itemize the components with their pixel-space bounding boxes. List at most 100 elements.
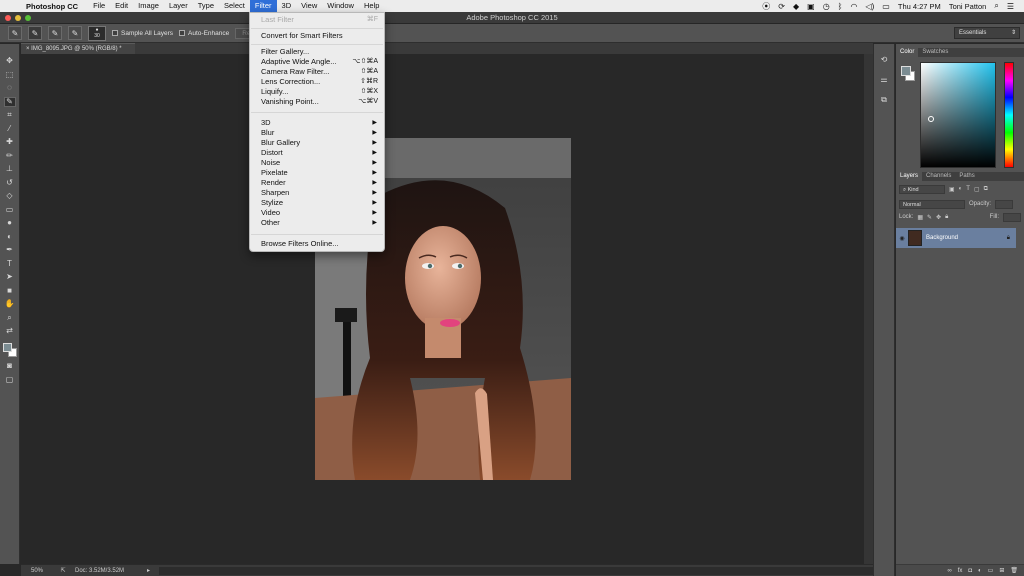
zoom-level[interactable]: 50% [21, 568, 51, 574]
menu-item-blur[interactable]: Blur ▶ [250, 128, 384, 138]
gradient-tool-icon[interactable]: ▭ [4, 205, 16, 215]
fill-field[interactable] [1003, 212, 1021, 222]
add-mask-icon[interactable]: ◘ [968, 568, 972, 574]
hue-slider[interactable] [1004, 62, 1014, 168]
filter-type-icon[interactable]: T [966, 186, 970, 192]
color-swatches[interactable] [2, 342, 18, 358]
app-menu[interactable]: Photoshop CC [26, 2, 78, 11]
status-menu-arrow-icon[interactable]: ▸ [147, 567, 159, 574]
sample-all-layers-checkbox[interactable]: Sample All Layers [112, 30, 173, 37]
menu-item-sharpen[interactable]: Sharpen ▶ [250, 188, 384, 198]
zoom-tool-icon[interactable]: ⌕ [4, 313, 16, 323]
menu-item-video[interactable]: Video ▶ [250, 208, 384, 218]
menu-window[interactable]: Window [322, 0, 359, 12]
swap-colors-icon[interactable]: ⇄ [4, 326, 16, 336]
color-picker-cursor[interactable] [928, 116, 934, 122]
document-tab[interactable]: × IMG_8095.JPG @ 50% (RGB/8) * [21, 43, 135, 54]
tab-paths[interactable]: Paths [955, 172, 978, 181]
menu-filter[interactable]: Filter [249, 0, 277, 12]
share-icon[interactable]: ⇱ [51, 567, 75, 574]
marquee-tool-icon[interactable]: ⬚ [4, 70, 16, 80]
menu-item-distort[interactable]: Distort ▶ [250, 148, 384, 158]
tab-swatches[interactable]: Swatches [918, 48, 952, 57]
battery-icon[interactable]: ▭ [882, 2, 890, 11]
menu-item-noise[interactable]: Noise ▶ [250, 158, 384, 168]
menu-item-camera-raw-filter[interactable]: Camera Raw Filter... ⇧⌘A [250, 67, 384, 77]
trash-icon[interactable]: 🗑︎ [1010, 567, 1018, 574]
menu-user[interactable]: Toni Patton [949, 2, 987, 11]
history-panel-icon[interactable]: ⟲ [877, 54, 891, 66]
tab-channels[interactable]: Channels [922, 172, 955, 181]
menu-edit[interactable]: Edit [110, 0, 133, 12]
tab-color[interactable]: Color [896, 48, 919, 57]
blend-mode-select[interactable]: Normal [899, 199, 965, 209]
history-brush-tool-icon[interactable]: ↺ [4, 178, 16, 188]
clone-stamp-tool-icon[interactable]: ⊥ [4, 164, 16, 174]
menu-layer[interactable]: Layer [164, 0, 193, 12]
screen-mode-icon[interactable]: ▢ [4, 375, 16, 385]
eyedropper-tool-icon[interactable]: ⁄ [4, 124, 16, 134]
creative-cloud-icon[interactable]: ⦿ [762, 1, 770, 12]
menu-image[interactable]: Image [133, 0, 164, 12]
menu-item-convert-smart-filters[interactable]: Convert for Smart Filters [250, 31, 384, 41]
tool-preset-picker[interactable]: ✎ [8, 26, 22, 40]
dropbox-icon[interactable]: ◆ [793, 2, 799, 11]
adjustments-panel-icon[interactable]: ⚌ [877, 74, 891, 86]
properties-panel-icon[interactable]: ⧉ [877, 94, 891, 106]
lock-position-icon[interactable]: ✥ [936, 214, 941, 221]
menu-view[interactable]: View [296, 0, 322, 12]
brush-size-picker[interactable]: ● 30 [88, 25, 106, 41]
rectangle-tool-icon[interactable]: ■ [4, 286, 16, 296]
pen-tool-icon[interactable]: ✒ [4, 245, 16, 255]
quick-selection-tool-icon[interactable]: ✎ [3, 96, 16, 107]
layer-name[interactable]: Background [926, 235, 958, 241]
color-panel-foreground-swatch[interactable] [901, 66, 911, 76]
dodge-tool-icon[interactable]: ◐ [4, 232, 16, 242]
menu-item-adaptive-wide-angle[interactable]: Adaptive Wide Angle... ⌥⇧⌘A [250, 57, 384, 67]
color-picker-field[interactable] [920, 62, 996, 168]
layer-filter-kind[interactable]: ⌕ Kind [899, 184, 945, 194]
notification-center-icon[interactable]: ☰ [1007, 2, 1014, 11]
layer-style-icon[interactable]: fx [958, 568, 963, 574]
eye-icon[interactable]: ◉ [896, 235, 908, 242]
tab-layers[interactable]: Layers [896, 172, 923, 181]
eraser-tool-icon[interactable]: ◇ [4, 191, 16, 201]
menu-item-filter-gallery[interactable]: Filter Gallery... [250, 47, 384, 57]
new-layer-icon[interactable]: ⊞ [999, 567, 1004, 574]
path-selection-tool-icon[interactable]: ➤ [4, 272, 16, 282]
vertical-scrollbar[interactable] [864, 54, 873, 564]
lock-transparent-icon[interactable]: ▦ [917, 214, 923, 221]
new-group-icon[interactable]: ▭ [988, 567, 994, 574]
auto-enhance-checkbox[interactable]: Auto-Enhance [179, 30, 229, 37]
menu-item-blur-gallery[interactable]: Blur Gallery ▶ [250, 138, 384, 148]
sync-icon[interactable]: ⟳ [778, 2, 785, 11]
menu-item-lens-correction[interactable]: Lens Correction... ⇧⌘R [250, 77, 384, 87]
workspace-switcher[interactable]: Essentials ⇕ [954, 27, 1020, 39]
lock-pixels-icon[interactable]: ✎ [927, 214, 932, 221]
time-machine-icon[interactable]: ◷ [823, 2, 830, 11]
filter-adjustment-icon[interactable]: ◐ [959, 186, 963, 192]
menu-item-3d[interactable]: 3D ▶ [250, 118, 384, 128]
spotlight-icon[interactable]: ⌕ [994, 1, 998, 11]
menu-item-liquify[interactable]: Liquify... ⇧⌘X [250, 87, 384, 97]
filter-pixel-icon[interactable]: ▣ [949, 186, 955, 193]
lock-all-icon[interactable]: 🔒︎ [945, 214, 948, 221]
subtract-from-selection-button[interactable]: ✎ [68, 26, 82, 40]
menu-type[interactable]: Type [193, 0, 219, 12]
filter-shape-icon[interactable]: ▢ [974, 186, 980, 193]
menu-item-stylize[interactable]: Stylize ▶ [250, 198, 384, 208]
link-layers-icon[interactable]: ∞ [947, 568, 951, 574]
horizontal-scrollbar[interactable] [159, 566, 873, 575]
opacity-field[interactable] [995, 199, 1014, 209]
wifi-icon[interactable]: ◠ [850, 2, 857, 11]
foreground-color-swatch[interactable] [2, 342, 12, 352]
menu-item-vanishing-point[interactable]: Vanishing Point... ⌥⌘V [250, 97, 384, 107]
menu-item-pixelate[interactable]: Pixelate ▶ [250, 168, 384, 178]
move-tool-icon[interactable]: ✥ [4, 56, 16, 66]
menu-item-browse-filters-online[interactable]: Browse Filters Online... [250, 239, 384, 249]
menu-clock[interactable]: Thu 4:27 PM [898, 2, 941, 11]
brush-tool-icon[interactable]: ✏ [4, 151, 16, 161]
type-tool-icon[interactable]: T [4, 259, 16, 269]
menu-3d[interactable]: 3D [277, 0, 297, 12]
add-to-selection-button[interactable]: ✎ [48, 26, 62, 40]
